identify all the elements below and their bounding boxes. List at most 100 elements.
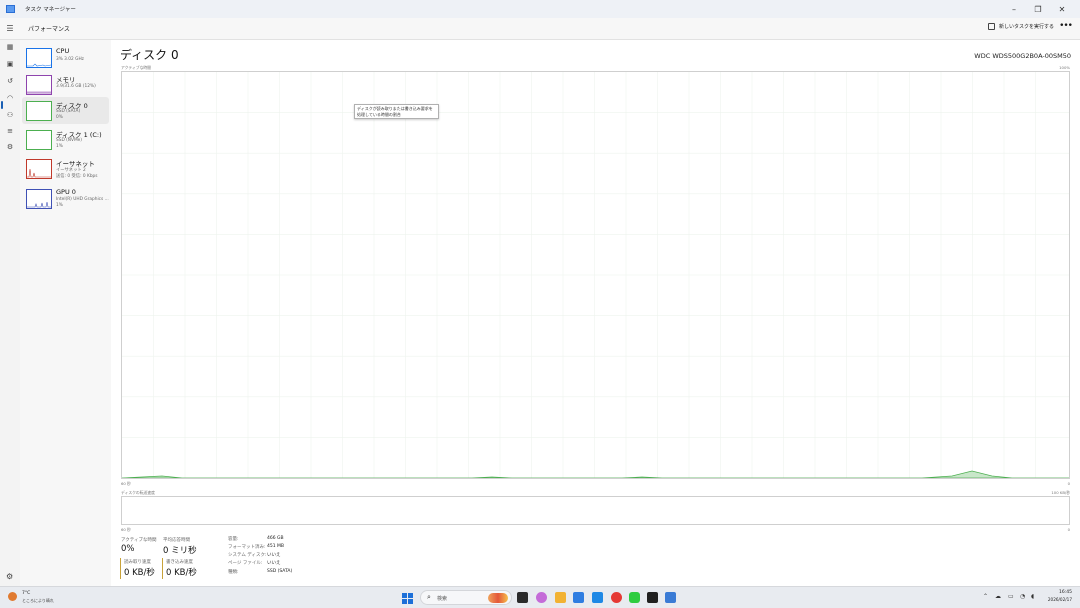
title-bar: タスク マネージャー – ❐ ✕ [0, 0, 1080, 18]
terminal-icon[interactable] [647, 592, 658, 603]
write-speed-label: 書き込み速度 [166, 560, 193, 565]
active-time-series [122, 470, 1069, 478]
minimize-button[interactable]: – [1002, 0, 1026, 18]
system-disk-value: いいえ [267, 553, 281, 558]
resource-detail: SSD (NVMe) [56, 138, 82, 143]
tray-overflow-icon[interactable]: ⌃ [983, 593, 988, 600]
clock[interactable]: 16:45 2026/02/17 [1048, 590, 1072, 602]
avg-response-label: 平均応答時間 [163, 538, 190, 543]
formatted-label: フォーマット済み: [228, 545, 266, 550]
store-icon[interactable] [573, 592, 584, 603]
line-icon[interactable] [629, 592, 640, 603]
cpu-thumbnail [26, 48, 52, 68]
window-title: タスク マネージャー [25, 7, 76, 13]
maximize-button[interactable]: ❐ [1026, 0, 1050, 18]
resource-usage: 1% [56, 144, 63, 149]
startup-apps-icon[interactable]: ◠ [5, 93, 15, 103]
start-button[interactable] [402, 593, 413, 604]
disk-title: ディスク 0 [120, 48, 179, 62]
network-icon[interactable]: ◔ [1020, 593, 1025, 600]
page-file-label: ページ ファイル: [228, 561, 263, 566]
page-file-value: いいえ [267, 561, 281, 566]
copilot-icon[interactable] [536, 592, 547, 603]
clock-time: 16:45 [1059, 590, 1072, 595]
active-time-label: アクティブな時間 [121, 538, 157, 543]
resource-card-disk-0[interactable]: ディスク 0 SSD (SATA) 0% [22, 97, 109, 124]
resource-detail: Intel(R) UHD Graphics ... [56, 197, 109, 202]
performance-icon[interactable]: ▣ [5, 59, 15, 69]
resource-list: CPU 3% 3.02 GHz メモリ 3.9/31.6 GB (12%) ディ… [20, 40, 111, 586]
graph1-max: 100% [1059, 65, 1070, 70]
write-speed-box [162, 558, 163, 579]
resource-card-ethernet[interactable]: イーサネット イーサネット 2 送信: 0 受信: 0 Kbps [22, 155, 109, 182]
processes-icon[interactable]: ▦ [5, 42, 15, 52]
write-speed-value: 0 KB/秒 [166, 568, 197, 578]
tooltip-line-2: 処理している時間の割合 [357, 112, 401, 117]
disk-detail-panel: ディスク 0 WDC WDS500G2B0A-00SM50 アクティブな時間 1… [111, 40, 1080, 586]
read-speed-box [120, 558, 121, 579]
resource-detail: 3.9/31.6 GB (12%) [56, 84, 96, 89]
resource-card-gpu[interactable]: GPU 0 Intel(R) UHD Graphics ... 1% [22, 185, 109, 212]
ethernet-thumbnail [26, 159, 52, 179]
search-icon: ⌕ [427, 593, 431, 601]
task-manager-icon [6, 5, 15, 13]
volume-icon[interactable]: ◖ [1031, 593, 1034, 600]
task-view-icon[interactable] [517, 592, 528, 603]
read-speed-label: 読み取り速度 [124, 560, 151, 565]
graph2-x-right: 0 [1067, 527, 1070, 532]
transfer-rate-graph [121, 496, 1070, 525]
battery-icon[interactable]: ▭ [1008, 593, 1014, 600]
onedrive-icon[interactable]: ☁ [995, 593, 1001, 600]
file-explorer-icon[interactable] [555, 592, 566, 603]
run-new-task-button[interactable]: 新しいタスクを実行する [987, 23, 1054, 30]
capacity-value: 466 GB [267, 536, 284, 541]
gpu-thumbnail [26, 189, 52, 209]
memory-thumbnail [26, 75, 52, 95]
type-label: 種類: [228, 570, 239, 575]
resource-card-cpu[interactable]: CPU 3% 3.02 GHz [22, 44, 109, 71]
page-title: パフォーマンス [28, 26, 70, 33]
users-icon[interactable]: ⚇ [5, 110, 15, 120]
resource-card-disk-1[interactable]: ディスク 1 (C:) SSD (NVMe) 1% [22, 126, 109, 153]
weather-icon [8, 592, 17, 601]
active-time-value: 0% [121, 544, 135, 554]
taskbar-search[interactable]: ⌕ 検索 [420, 590, 512, 605]
more-options-button[interactable]: ••• [1059, 21, 1073, 31]
disk-0-thumbnail [26, 101, 52, 121]
resource-name: GPU 0 [56, 188, 76, 196]
disk-model: WDC WDS500G2B0A-00SM50 [974, 52, 1071, 60]
resource-name: CPU [56, 47, 70, 55]
taskbar: 7°C ところにより晴れ ⌕ 検索 ⌃ ☁ ▭ ◔ ◖ 16:45 2026/0… [0, 586, 1080, 608]
nav-rail: ▦ ▣ ↺ ◠ ⚇ ≡ ⚙ [0, 40, 20, 586]
search-highlight-icon [488, 593, 508, 603]
graph2-x-left: 60 秒 [121, 527, 131, 532]
edge-icon[interactable] [592, 592, 603, 603]
resource-usage: 0% [56, 115, 63, 120]
settings-icon[interactable]: ⚙ [6, 572, 13, 581]
menu-icon[interactable]: ☰ [0, 24, 20, 33]
search-placeholder: 検索 [437, 596, 448, 602]
chrome-icon[interactable] [611, 592, 622, 603]
services-icon[interactable]: ⚙ [5, 142, 15, 152]
read-speed-value: 0 KB/秒 [124, 568, 155, 578]
graph1-x-left: 60 秒 [121, 481, 131, 486]
resource-card-memory[interactable]: メモリ 3.9/31.6 GB (12%) [22, 71, 109, 98]
details-icon[interactable]: ≡ [5, 126, 15, 136]
resource-detail: 3% 3.02 GHz [56, 57, 84, 62]
type-value: SSD (SATA) [267, 569, 293, 574]
app-history-icon[interactable]: ↺ [5, 76, 15, 86]
disk-1-thumbnail [26, 130, 52, 150]
resource-usage: 1% [56, 203, 63, 208]
close-button[interactable]: ✕ [1050, 0, 1074, 18]
graph1-x-right: 0 [1067, 481, 1070, 486]
clock-date: 2026/02/17 [1047, 597, 1072, 602]
avg-response-value: 0 ミリ秒 [163, 546, 197, 556]
active-time-graph [121, 71, 1070, 479]
graph-tooltip: ディスクが読み取りまたは書き込み要求を 処理している時間の割合 [354, 104, 439, 119]
task-manager-taskbar-icon[interactable] [665, 592, 676, 603]
resource-detail: SSD (SATA) [56, 109, 81, 114]
system-disk-label: システム ディスク: [228, 553, 267, 558]
resource-throughput: 送信: 0 受信: 0 Kbps [56, 174, 98, 179]
active-indicator [1, 101, 3, 109]
run-new-task-label: 新しいタスクを実行する [998, 24, 1054, 30]
